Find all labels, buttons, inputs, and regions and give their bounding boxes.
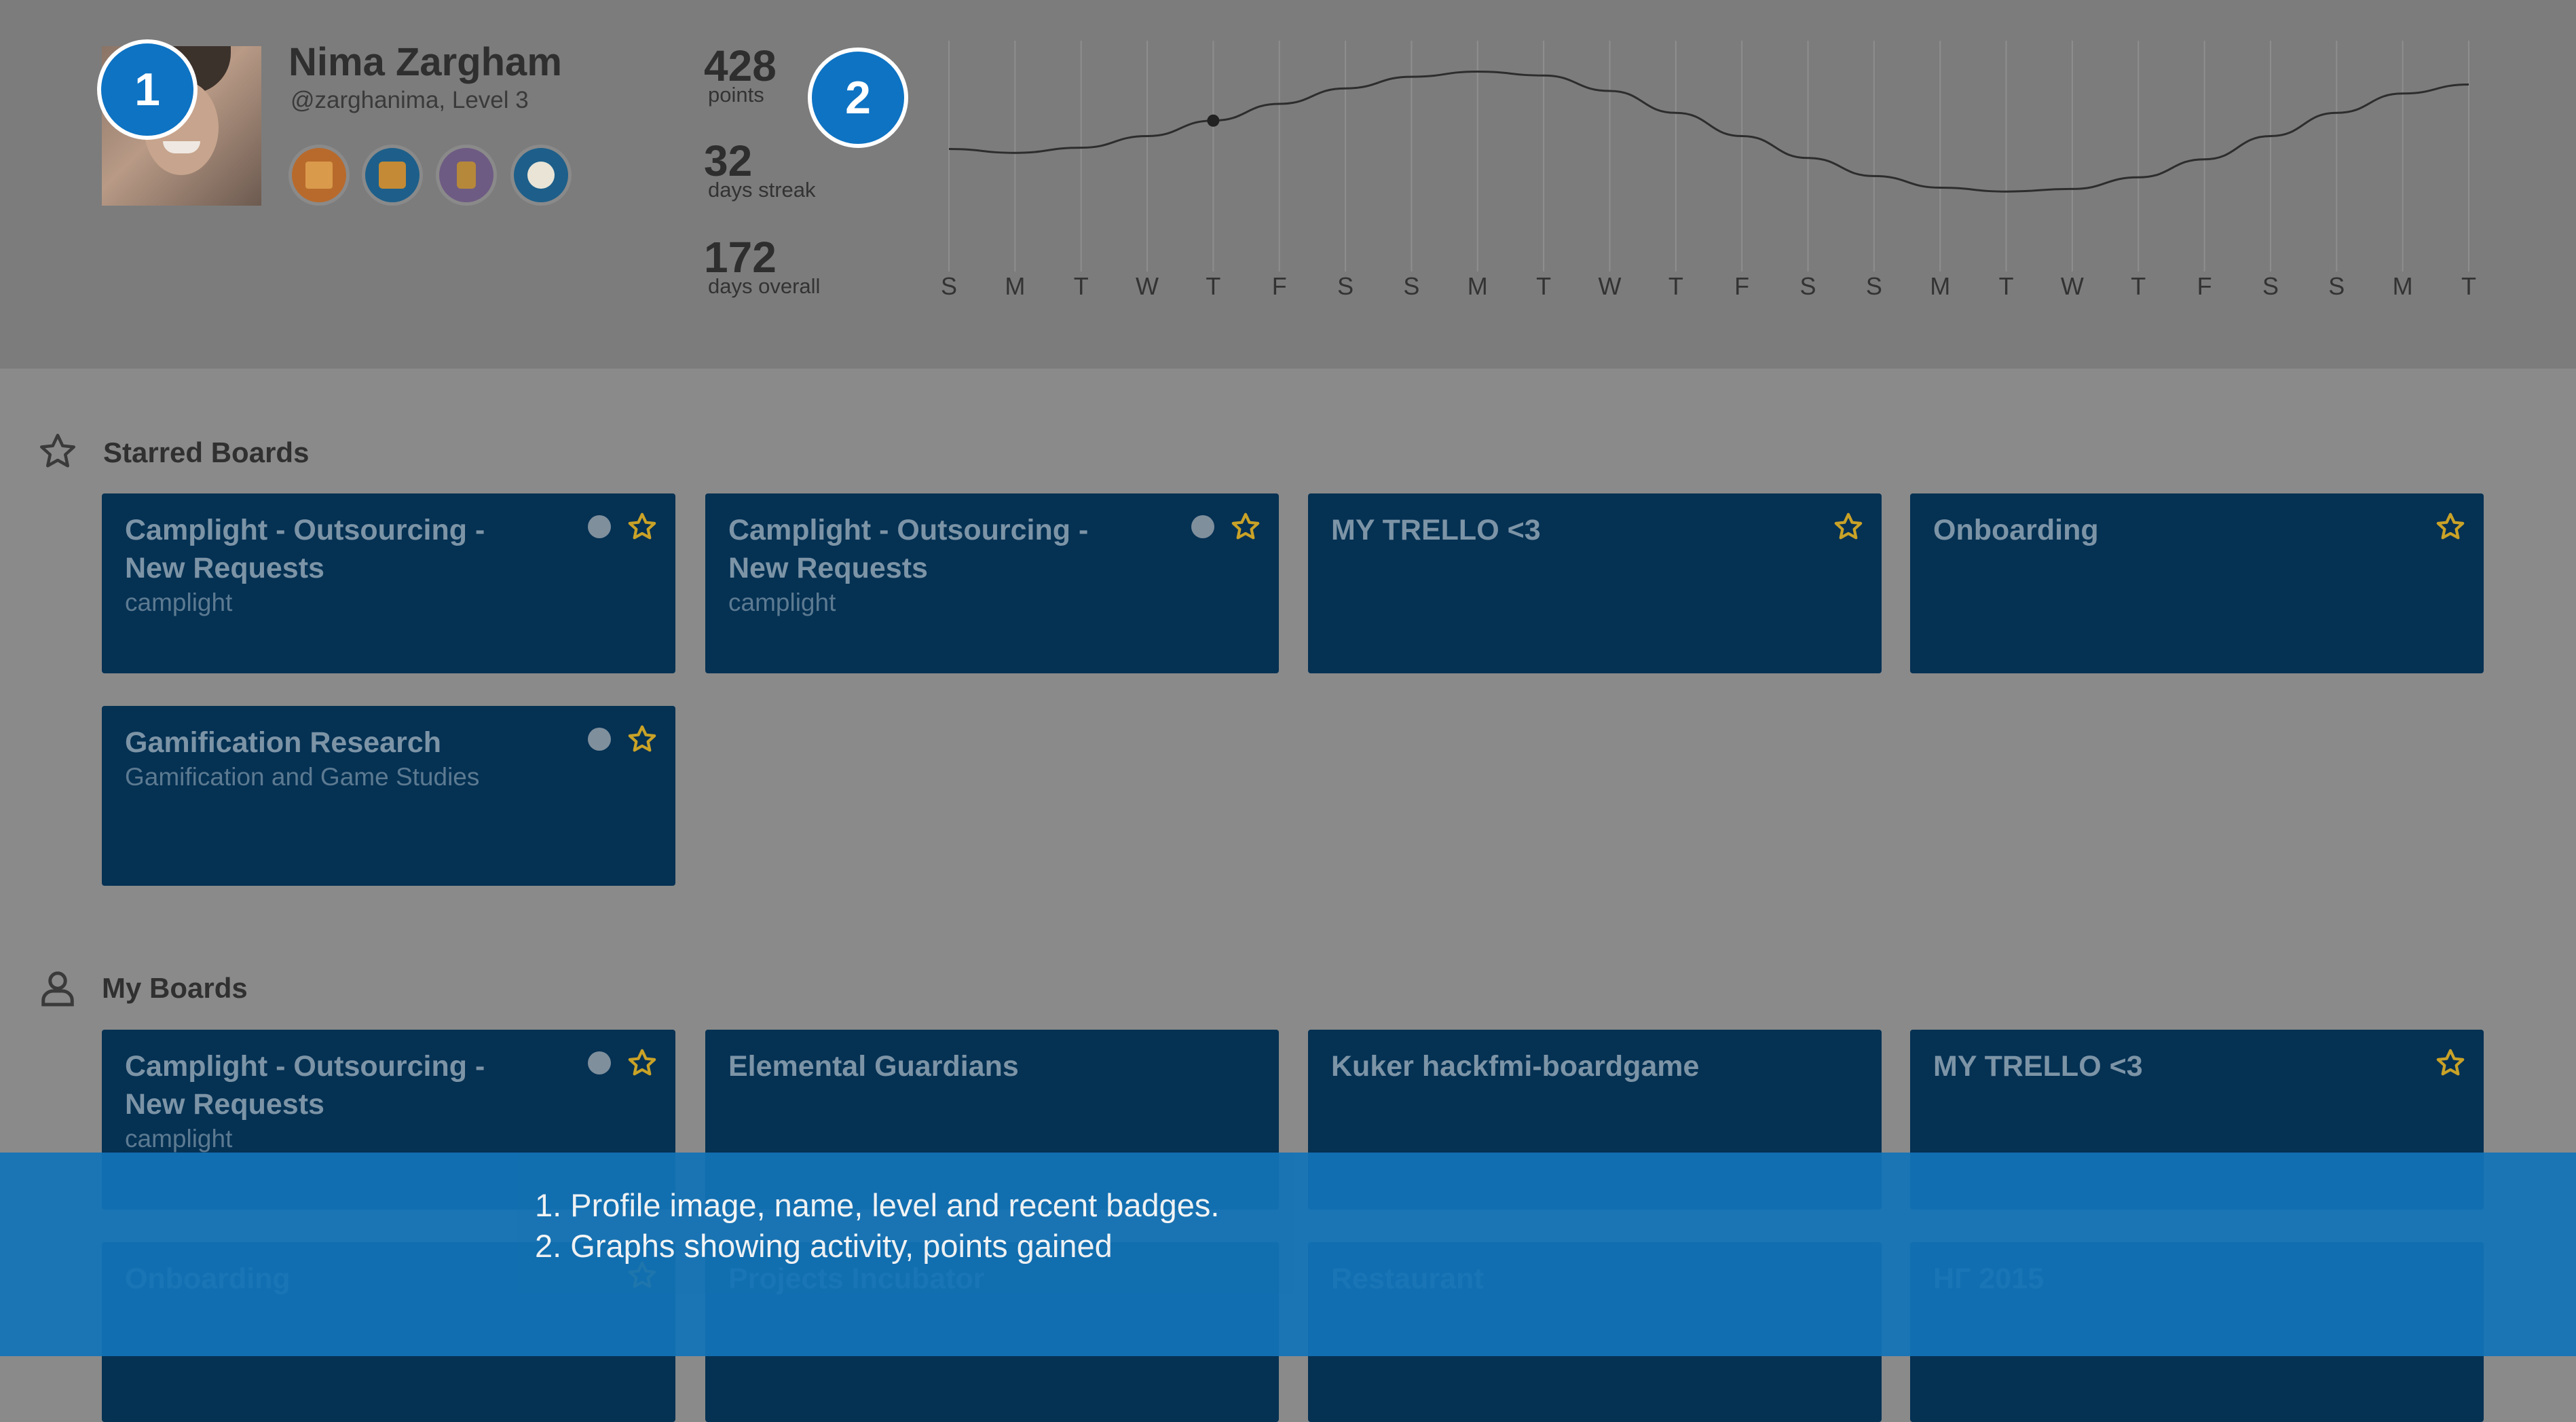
x-tick-label: M [1005, 272, 1025, 300]
x-tick-label: S [2328, 272, 2345, 300]
x-tick-label: S [941, 272, 957, 300]
board-title: MY TRELLO <3 [1933, 1050, 2143, 1083]
star-outline-icon [40, 434, 75, 468]
board-title: Camplight - Outsourcing - New Requests [125, 514, 485, 584]
x-tick-label: W [1136, 272, 1159, 300]
envelope-badge-icon[interactable] [288, 145, 350, 206]
board-title: Camplight - Outsourcing - New Requests [728, 514, 1089, 584]
books-badge-icon[interactable] [362, 145, 423, 206]
x-tick-label: W [2061, 272, 2084, 300]
status-dot-icon [588, 515, 611, 538]
my-boards-title: My Boards [102, 972, 248, 1004]
x-tick-label: F [1734, 272, 1749, 300]
x-tick-label: T [1536, 272, 1551, 300]
board-card[interactable]: Onboarding [1910, 493, 2484, 673]
profile-handle: @zarghanima, Level 3 [291, 87, 529, 113]
board-card[interactable]: Camplight - Outsourcing - New Requests ca… [705, 493, 1279, 673]
points-label: points [708, 83, 764, 107]
star-icon[interactable] [627, 511, 658, 542]
x-tick-label: T [1074, 272, 1089, 300]
board-team: Gamification and Game Studies [125, 763, 480, 791]
board-title: Elemental Guardians [728, 1050, 1019, 1083]
x-tick-label: M [1930, 272, 1950, 300]
star-icon[interactable] [2435, 511, 2466, 542]
star-icon[interactable] [2435, 1047, 2466, 1079]
annotation-bar: 1. Profile image, name, level and recent… [0, 1153, 2576, 1356]
annotation-note-2: 2. Graphs showing activity, points gaine… [535, 1228, 1113, 1264]
x-tick-label: F [2197, 272, 2212, 300]
x-tick-label: M [1468, 272, 1488, 300]
overall-label: days overall [708, 274, 821, 298]
board-team: camplight [125, 1125, 233, 1153]
status-dot-icon [588, 728, 611, 751]
board-card[interactable]: Gamification Research Gamification and Ga… [102, 706, 675, 886]
status-dot-icon [588, 1051, 611, 1074]
x-tick-label: M [2393, 272, 2413, 300]
x-tick-label: S [2262, 272, 2279, 300]
x-tick-label: T [1668, 272, 1683, 300]
board-title: MY TRELLO <3 [1331, 514, 1541, 546]
clock-badge-icon[interactable] [510, 145, 572, 206]
x-tick-label: T [1999, 272, 2014, 300]
door-badge-icon[interactable] [436, 145, 497, 206]
star-icon[interactable] [1230, 511, 1261, 542]
x-tick-label: T [2461, 272, 2476, 300]
x-tick-label: W [1598, 272, 1621, 300]
profile-name: Nima Zargham [288, 40, 562, 84]
status-dot-icon [1191, 515, 1214, 538]
star-icon[interactable] [1833, 511, 1864, 542]
activity-series-line [948, 70, 2469, 193]
callout-1: 1 [97, 39, 198, 140]
x-tick-label: S [1866, 272, 1882, 300]
board-title: Gamification Research [125, 726, 442, 759]
board-team: camplight [125, 588, 233, 616]
board-title: Kuker hackfmi-boardgame [1331, 1050, 1700, 1083]
board-title: Camplight - Outsourcing - New Requests [125, 1050, 485, 1121]
x-tick-label: S [1337, 272, 1354, 300]
callout-2: 2 [808, 48, 908, 148]
board-card[interactable]: MY TRELLO <3 [1308, 493, 1882, 673]
person-icon [41, 971, 74, 1007]
star-icon[interactable] [627, 1047, 658, 1079]
board-card[interactable]: Camplight - Outsourcing - New Requests ca… [102, 493, 675, 673]
annotation-note-1: 1. Profile image, name, level and recent… [535, 1187, 1220, 1223]
board-team: camplight [728, 588, 836, 616]
starred-boards-title: Starred Boards [103, 436, 310, 468]
profile-header: 1 Nima Zargham @zarghanima, Level 3 428 … [0, 0, 2576, 369]
x-tick-label: S [1403, 272, 1419, 300]
highlight-point[interactable] [1207, 114, 1220, 127]
x-tick-label: T [2131, 272, 2146, 300]
streak-label: days streak [708, 178, 816, 202]
x-tick-label: F [1272, 272, 1287, 300]
board-title: Onboarding [1933, 514, 2099, 546]
x-tick-label: T [1206, 272, 1220, 300]
star-icon[interactable] [627, 724, 658, 755]
x-tick-label: S [1800, 272, 1816, 300]
activity-line-chart: SMTWTFSSMTWTFSSMTWTFSSMT [941, 41, 2476, 300]
